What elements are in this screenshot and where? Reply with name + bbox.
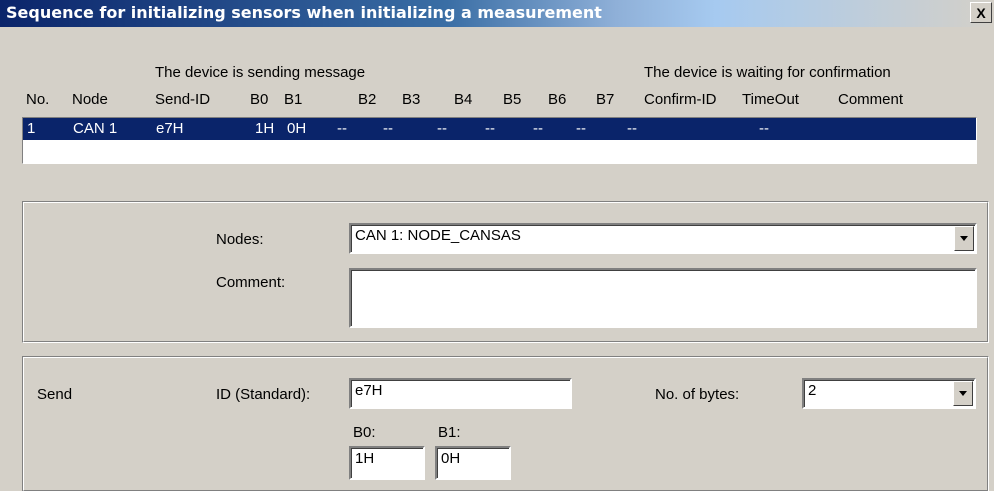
b1-label: B1:: [438, 424, 461, 441]
b1-input[interactable]: 0H: [435, 446, 511, 480]
col-header-b4[interactable]: B4: [454, 91, 472, 108]
cell-no: 1: [27, 120, 36, 137]
bytes-dropdown[interactable]: 2: [802, 378, 976, 409]
col-header-b5[interactable]: B5: [503, 91, 521, 108]
title-bar: Sequence for initializing sensors when i…: [0, 0, 994, 27]
id-input[interactable]: e7H: [349, 378, 572, 409]
cell-node: CAN 1: [73, 120, 118, 137]
b0-input[interactable]: 1H: [349, 446, 425, 480]
col-header-b1[interactable]: B1: [284, 91, 302, 108]
id-value: e7H: [355, 382, 383, 399]
bytes-label: No. of bytes:: [655, 386, 740, 403]
cell-b6: --: [533, 120, 543, 137]
cell-b5: --: [485, 120, 495, 137]
close-icon: X: [976, 4, 986, 21]
id-label: ID (Standard):: [216, 386, 311, 403]
cell-send-id: e7H: [156, 120, 184, 137]
cell-b2: --: [337, 120, 347, 137]
send-group: Send ID (Standard): e7H No. of bytes: 2 …: [22, 356, 989, 491]
node-group: Nodes: CAN 1: NODE_CANSAS Comment:: [22, 201, 989, 343]
col-header-no[interactable]: No.: [26, 91, 49, 108]
b0-label: B0:: [353, 424, 376, 441]
cell-b3: --: [383, 120, 393, 137]
comment-field[interactable]: [349, 268, 977, 328]
nodes-dropdown-button[interactable]: [954, 226, 974, 251]
b0-value: 1H: [355, 450, 375, 467]
nodes-value: CAN 1: NODE_CANSAS: [355, 227, 521, 244]
col-header-b6[interactable]: B6: [548, 91, 566, 108]
col-header-send-id[interactable]: Send-ID: [155, 91, 210, 108]
col-header-b7[interactable]: B7: [596, 91, 614, 108]
bytes-value: 2: [808, 382, 817, 399]
nodes-dropdown[interactable]: CAN 1: NODE_CANSAS: [349, 223, 977, 254]
col-header-b3[interactable]: B3: [402, 91, 420, 108]
group-header-sending: The device is sending message: [155, 64, 366, 81]
col-header-comment[interactable]: Comment: [838, 91, 903, 108]
nodes-label: Nodes:: [216, 231, 264, 248]
sequence-list[interactable]: 1 CAN 1 e7H 1H 0H -- -- -- -- -- -- -- -…: [22, 117, 977, 164]
comment-label: Comment:: [216, 274, 286, 291]
chevron-down-icon: [960, 236, 968, 241]
b1-value: 0H: [441, 450, 461, 467]
close-button[interactable]: X: [970, 2, 992, 23]
cell-b0: 1H: [255, 120, 275, 137]
window-title: Sequence for initializing sensors when i…: [6, 3, 602, 22]
col-header-confirm-id[interactable]: Confirm-ID: [644, 91, 717, 108]
cell-timeout: --: [759, 120, 769, 137]
cell-confirm-id: --: [627, 120, 637, 137]
cell-b7: --: [576, 120, 586, 137]
bytes-dropdown-button[interactable]: [953, 381, 973, 406]
col-header-b2[interactable]: B2: [358, 91, 376, 108]
table-row[interactable]: 1 CAN 1 e7H 1H 0H -- -- -- -- -- -- -- -…: [23, 118, 976, 140]
col-header-node[interactable]: Node: [72, 91, 108, 108]
group-header-waiting: The device is waiting for confirmation: [644, 64, 891, 81]
chevron-down-icon: [959, 391, 967, 396]
cell-b4: --: [437, 120, 447, 137]
col-header-timeout[interactable]: TimeOut: [742, 91, 799, 108]
send-label: Send: [37, 386, 73, 403]
cell-b1: 0H: [287, 120, 307, 137]
col-header-b0[interactable]: B0: [250, 91, 268, 108]
